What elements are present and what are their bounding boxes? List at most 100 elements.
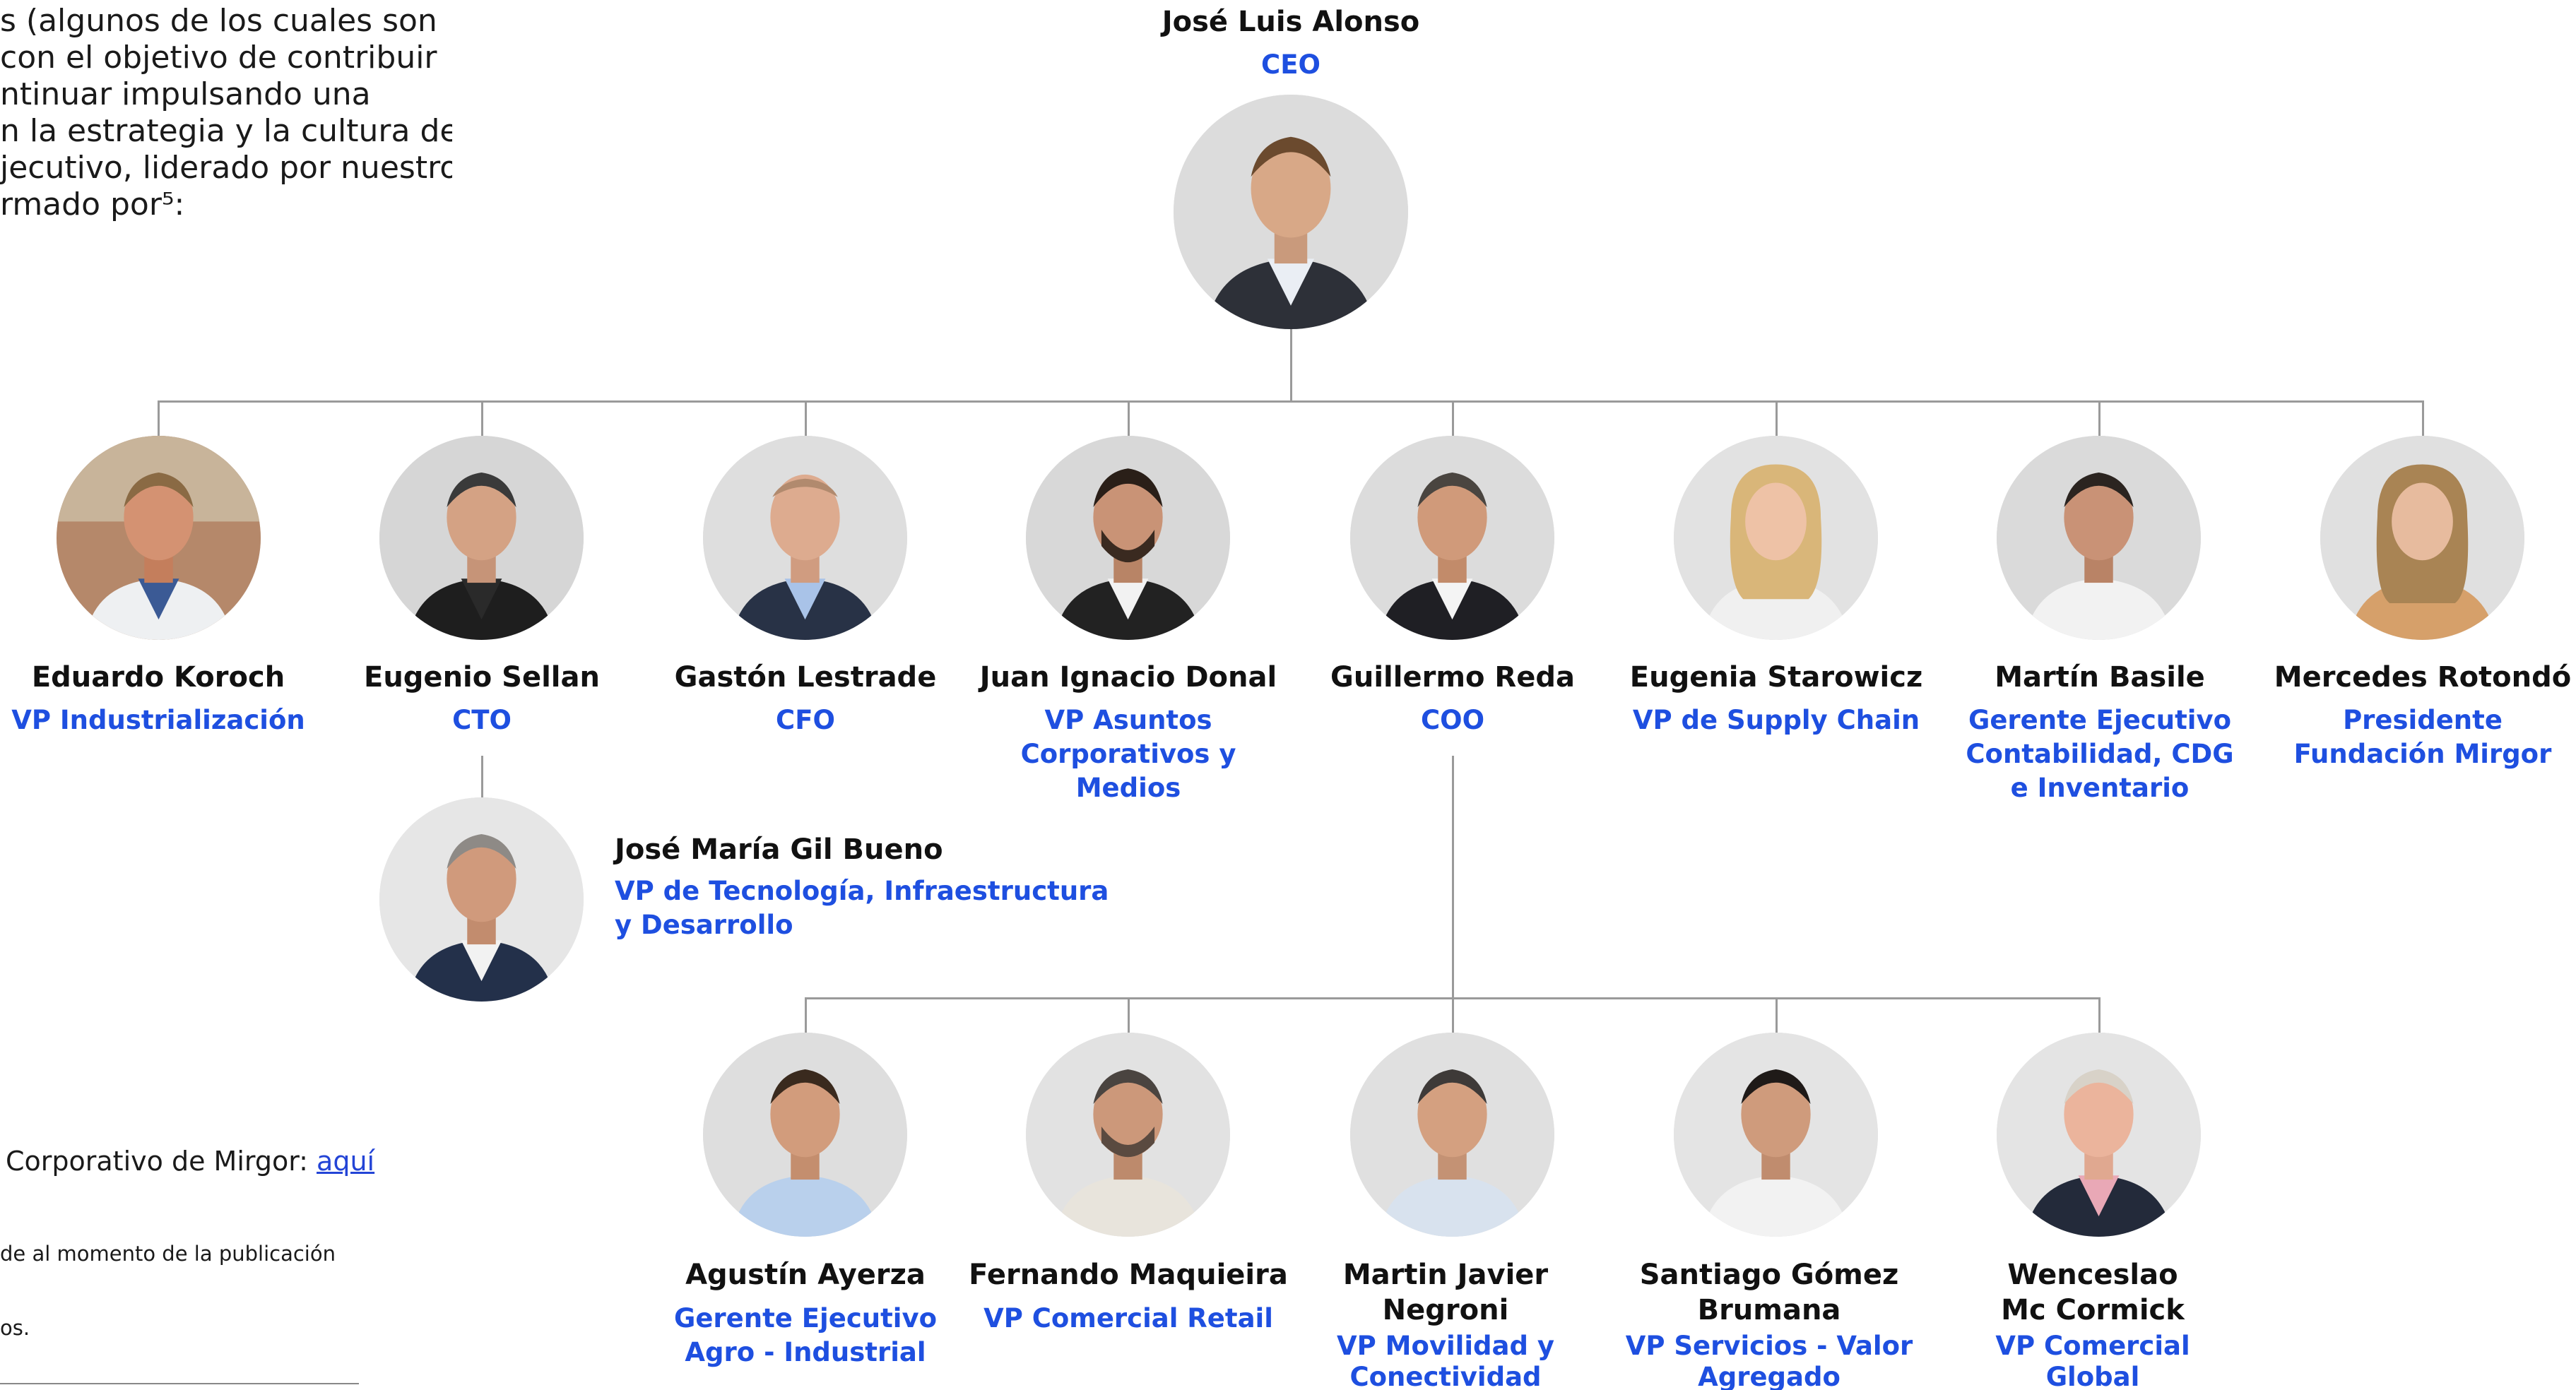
coo-connector: [1452, 756, 1454, 999]
coo-report-name: Agustín Ayerza: [657, 1257, 954, 1293]
coo-report-name: Santiago Gómez Brumana: [1621, 1257, 1918, 1328]
coo-report-role: VP Servicios - Valor Agregado: [1607, 1331, 1932, 1390]
exec-drop-line: [805, 400, 807, 437]
executive-photo: [703, 436, 907, 640]
cto-report-role-line: VP de Tecnología, Infraestructura: [615, 876, 1109, 906]
executive-role-line: Contabilidad, CDG: [1966, 739, 2234, 769]
executive-name: Eugenia Starowicz: [1629, 661, 1923, 694]
footnote-note: de al momento de la publicación: [0, 1242, 336, 1266]
coo-report-name-line: Wenceslao: [2007, 1259, 2178, 1291]
executive-photo: [1674, 436, 1878, 640]
executive-name: Mercedes Rotondó: [2274, 661, 2572, 694]
exec-drop-line: [2422, 400, 2424, 437]
executive-role: CFO: [776, 705, 835, 735]
cto-report-name: José María Gil Bueno: [615, 833, 943, 866]
executive-role: VP Asuntos Corporativos y Medios: [980, 703, 1277, 805]
coo-report-name-line: Santiago Gómez: [1639, 1259, 1899, 1291]
intro-line: s (algunos de los cuales son: [0, 3, 437, 39]
ceo-name: José Luis Alonso: [1162, 6, 1420, 38]
footnote-divider: [0, 1383, 359, 1384]
exec-drop-line: [158, 400, 160, 437]
executive-name: Eugenio Sellan: [364, 661, 600, 694]
exec-drop-line: [1776, 400, 1778, 437]
cto-report-role: VP de Tecnología, Infraestructura y Desa…: [615, 874, 1180, 942]
coo-report-name-line: Fernando Maquieira: [969, 1259, 1288, 1291]
executive-role: Presidente Fundación Mirgor: [2274, 703, 2571, 771]
coo-report-name-line: Negroni: [1382, 1294, 1509, 1326]
intro-line: n la estrategia y la cultura de: [0, 113, 452, 149]
coo-report-photo: [1026, 1033, 1230, 1237]
cto-report-role-line: y Desarrollo: [615, 910, 793, 940]
coo-report-role-line: VP Movilidad y: [1337, 1331, 1554, 1361]
coo-report-role: VP Comercial Global: [1944, 1331, 2241, 1390]
ceo-photo: [1174, 95, 1408, 329]
coo-report-name-line: Brumana: [1697, 1294, 1841, 1326]
intro-line: ntinuar impulsando una: [0, 76, 371, 112]
executive-name: Martín Basile: [1995, 661, 2205, 694]
coo-report-role-line: VP Servicios - Valor: [1625, 1331, 1913, 1361]
executive-photo: [379, 436, 584, 640]
coo-report-role: VP Movilidad y Conectividad: [1297, 1331, 1594, 1390]
executive-role-line: Presidente: [2343, 705, 2503, 735]
intro-line: jecutivo, liderado por nuestro: [0, 150, 452, 186]
executive-role: COO: [1420, 705, 1485, 735]
coo-report-role-line: Gerente Ejecutivo: [673, 1303, 938, 1333]
coo-report-role: Gerente Ejecutivo Agro - Industrial: [657, 1302, 954, 1370]
coo-report-role: VP Comercial Retail: [966, 1302, 1291, 1336]
coo-drop-line: [805, 997, 807, 1034]
coo-report-name-line: Mc Cormick: [2001, 1294, 2185, 1326]
intro-paragraph: s (algunos de los cuales son con el obje…: [0, 3, 452, 223]
coo-drop-line: [1776, 997, 1778, 1034]
coo-report-name: Martin Javier Negroni: [1297, 1257, 1594, 1328]
cto-report-connector: [481, 756, 483, 800]
coo-report-photo: [703, 1033, 907, 1237]
coo-report-role-line: Global: [2045, 1362, 2140, 1390]
executive-role-line: Medios: [1075, 773, 1181, 803]
executive-role-line: Fundación Mirgor: [2293, 739, 2552, 769]
ceo-connector: [1290, 326, 1292, 403]
coo-drop-line: [2098, 997, 2101, 1034]
footnote-note: os.: [0, 1316, 30, 1340]
executive-name: Eduardo Koroch: [31, 661, 285, 694]
executive-role-line: Gerente Ejecutivo: [1968, 705, 2232, 735]
coo-report-role-line: Agro - Industrial: [685, 1337, 926, 1367]
executive-role: VP Industrialización: [11, 705, 305, 735]
executive-role: Gerente Ejecutivo Contabilidad, CDG e In…: [1951, 703, 2248, 805]
executive-name: Juan Ignacio Donal: [979, 661, 1277, 694]
coo-report-role-line: VP Comercial Retail: [983, 1303, 1273, 1333]
executive-photo: [1997, 436, 2201, 640]
org-chart-page: s (algunos de los cuales son con el obje…: [0, 0, 2576, 1390]
coo-drop-line: [1452, 997, 1454, 1034]
coo-report-photo: [1350, 1033, 1554, 1237]
executive-role-line: VP Asuntos: [1044, 705, 1212, 735]
coo-report-photo: [1674, 1033, 1878, 1237]
exec-drop-line: [1128, 400, 1130, 437]
coo-drop-line: [1128, 997, 1130, 1034]
exec-drop-line: [2098, 400, 2101, 437]
coo-report-role-line: VP Comercial: [1995, 1331, 2190, 1361]
coo-report-name: Fernando Maquieira: [966, 1257, 1291, 1293]
executive-photo: [1350, 436, 1554, 640]
executive-role: CTO: [452, 705, 512, 735]
footnote-link[interactable]: aquí: [317, 1146, 374, 1177]
footnote-link-line: Corporativo de Mirgor: aquí: [6, 1146, 374, 1177]
coo-report-name: Wenceslao Mc Cormick: [1944, 1257, 2241, 1328]
executive-role: VP de Supply Chain: [1632, 705, 1920, 735]
coo-report-photo: [1997, 1033, 2201, 1237]
executive-photo: [57, 436, 261, 640]
exec-drop-line: [1452, 400, 1454, 437]
coo-report-name-line: Martin Javier: [1342, 1259, 1549, 1291]
executive-name: Gastón Lestrade: [674, 661, 937, 694]
coo-report-role-line: Conectividad: [1349, 1362, 1542, 1390]
exec-drop-line: [481, 400, 483, 437]
executive-photo: [2320, 436, 2524, 640]
footnote-link-prefix: Corporativo de Mirgor:: [6, 1146, 317, 1177]
ceo-role: CEO: [1261, 49, 1321, 80]
executives-bus-line: [158, 400, 2423, 403]
coo-report-role-line: Agregado: [1698, 1362, 1841, 1390]
intro-line: rmado por⁵:: [0, 186, 185, 222]
executive-photo: [1026, 436, 1230, 640]
executive-name: Guillermo Reda: [1330, 661, 1575, 694]
executive-role-line: e Inventario: [2010, 773, 2190, 803]
cto-report-photo: [379, 797, 584, 1002]
